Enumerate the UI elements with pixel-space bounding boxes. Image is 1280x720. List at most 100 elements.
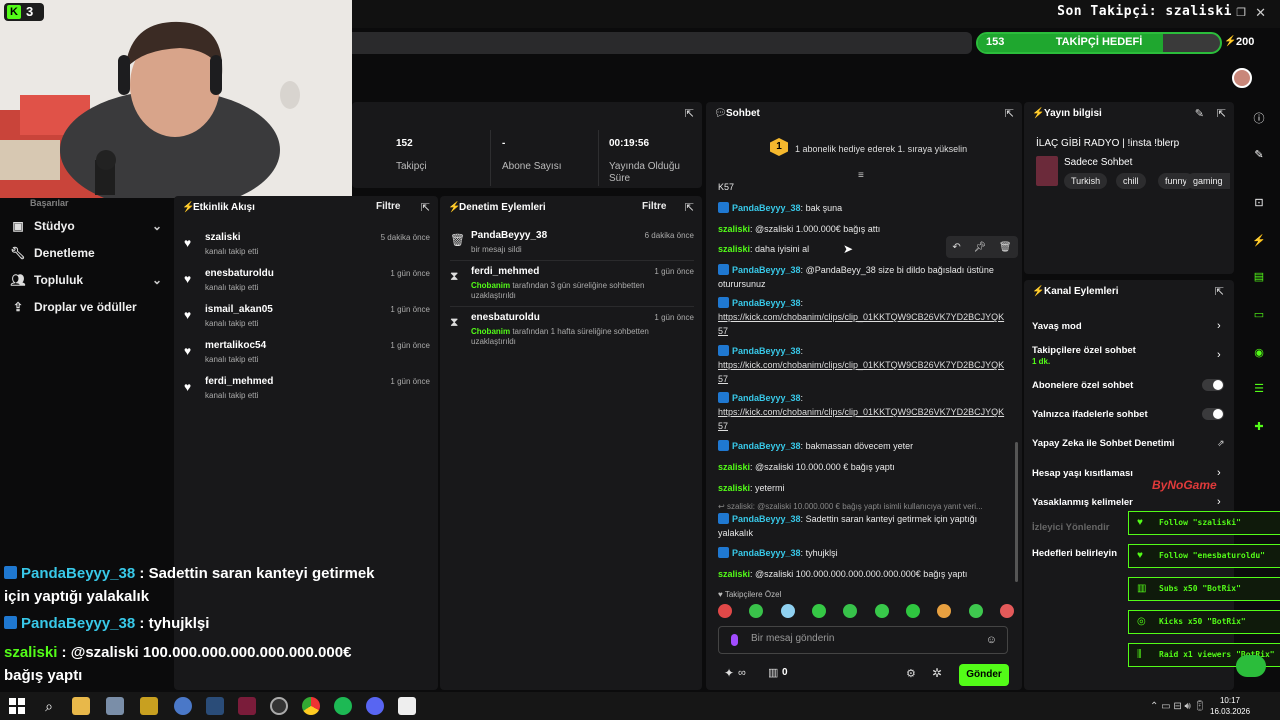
chat-username[interactable]: szaliski	[718, 224, 750, 234]
popout-icon[interactable]: ⇱	[1215, 285, 1224, 298]
subs-only-toggle[interactable]	[1202, 379, 1224, 391]
app-icon[interactable]	[398, 697, 416, 715]
sidebar-item-studio[interactable]: ▣ Stüdyo ⌄	[10, 215, 162, 237]
spotify-icon[interactable]	[334, 697, 352, 715]
pin-icon[interactable]: 📌︎	[973, 242, 986, 253]
layout-icon[interactable]: ☰	[1246, 376, 1272, 402]
steam-icon[interactable]	[206, 697, 224, 715]
chrome-icon[interactable]	[302, 697, 320, 715]
username[interactable]: enesbaturoldu	[471, 312, 540, 323]
filter-button[interactable]: Filtre	[376, 201, 400, 212]
ai-moderation-item[interactable]: Yapay Zeka ile Sohbet Denetimi	[1032, 438, 1175, 449]
emote-icon[interactable]	[937, 604, 952, 618]
sidebar-item-achievements[interactable]: Başarılar	[30, 192, 182, 214]
chat-link[interactable]: https://kick.com/chobanim/clips/clip_01K…	[718, 312, 1004, 336]
tag[interactable]: chill	[1116, 173, 1146, 189]
app-icon[interactable]	[238, 697, 256, 715]
window-close-icon[interactable]: ✕	[1255, 5, 1266, 21]
popout-icon[interactable]: ⇱	[685, 107, 694, 120]
username[interactable]: szaliski	[205, 232, 241, 243]
microphone-icon[interactable]	[731, 634, 738, 646]
popout-icon[interactable]: ⇱	[421, 201, 430, 214]
clipboard-icon[interactable]: ▤	[1246, 264, 1272, 290]
search-icon[interactable]: ⌕	[40, 697, 58, 715]
viewer-redirect-item[interactable]: İzleyici Yönlendir	[1032, 522, 1109, 533]
bot-icon[interactable]: ✲	[932, 666, 942, 680]
emote-icon[interactable]	[843, 604, 858, 618]
emote-icon[interactable]	[718, 604, 732, 618]
chat-input[interactable]	[751, 633, 971, 644]
tag[interactable]: gaming	[1186, 173, 1230, 189]
chat-username[interactable]: PandaBeyyy_38	[732, 514, 801, 524]
chat-username[interactable]: PandaBeyyy_38	[732, 441, 801, 451]
filter-button[interactable]: Filtre	[642, 201, 666, 212]
emote-icon[interactable]	[780, 604, 795, 618]
gift-icon[interactable]: ▥	[768, 666, 778, 679]
help-button[interactable]	[1236, 655, 1266, 677]
tag[interactable]: Turkish	[1064, 173, 1108, 189]
discord-icon[interactable]	[366, 697, 384, 715]
emote-icon[interactable]	[905, 604, 920, 618]
chat-username[interactable]: szaliski	[718, 569, 750, 579]
trash-icon[interactable]: 🗑︎	[999, 242, 1012, 253]
username[interactable]: enesbaturoldu	[205, 268, 274, 279]
broadcast-icon[interactable]: ◉	[1246, 340, 1272, 366]
chat-banner[interactable]: 1 abonelik hediye ederek 1. sıraya yükse…	[795, 144, 967, 154]
chevron-right-icon[interactable]: ›	[1217, 320, 1221, 332]
gear-icon[interactable]: ⚙	[906, 667, 916, 680]
app-icon[interactable]	[106, 697, 124, 715]
username[interactable]: mertalikoc54	[205, 340, 266, 351]
external-link-icon[interactable]: ⇗	[1217, 438, 1225, 449]
browser-bar[interactable]	[352, 32, 972, 54]
chevron-right-icon[interactable]: ›	[1217, 349, 1221, 361]
points-icon[interactable]: ✦	[724, 666, 734, 680]
chevron-right-icon[interactable]: ›	[1217, 467, 1221, 479]
window-restore-icon[interactable]: ❐	[1236, 6, 1246, 19]
popout-icon[interactable]: ⇱	[1005, 107, 1014, 120]
app-icon[interactable]	[174, 697, 192, 715]
popout-icon[interactable]: ⇱	[685, 201, 694, 214]
emoji-icon[interactable]: ☺	[986, 634, 997, 646]
file-explorer-icon[interactable]	[72, 697, 90, 715]
stream-category[interactable]: Sadece Sohbet	[1064, 157, 1132, 168]
chat-input-box[interactable]: ☺	[718, 626, 1008, 654]
chat-link[interactable]: https://kick.com/chobanim/clips/clip_01K…	[718, 360, 1004, 384]
slow-mode-item[interactable]: Yavaş mod	[1032, 321, 1082, 332]
emote-icon[interactable]	[874, 604, 889, 618]
edit-icon[interactable]: ✎	[1195, 107, 1204, 120]
chat-username[interactable]: PandaBeyyy_38	[732, 203, 801, 213]
info-icon[interactable]: ⓘ	[1246, 106, 1272, 132]
reply-icon[interactable]: ↶	[952, 242, 960, 253]
emote-icon[interactable]	[749, 604, 764, 618]
username[interactable]: ferdi_mehmed	[205, 376, 273, 387]
account-age-item[interactable]: Hesap yaşı kısıtlaması	[1032, 468, 1133, 479]
chat-username[interactable]: szaliski	[718, 244, 750, 254]
avatar[interactable]	[1232, 68, 1252, 88]
sidebar-item-community[interactable]: 👥︎ Topluluk ⌄	[10, 269, 162, 291]
camera-icon[interactable]: ⊡	[1246, 190, 1272, 216]
popout-icon[interactable]: ⇱	[1217, 107, 1226, 120]
chat-username[interactable]: PandaBeyyy_38	[732, 393, 801, 403]
chat-username[interactable]: PandaBeyyy_38	[732, 548, 801, 558]
chat-link[interactable]: https://kick.com/chobanim/clips/clip_01K…	[718, 407, 1004, 431]
windows-start-icon[interactable]	[8, 697, 30, 715]
username[interactable]: ismail_akan05	[205, 304, 273, 315]
emote-icon[interactable]	[999, 604, 1014, 618]
edit-icon[interactable]: ✎	[1246, 142, 1272, 168]
chat-icon[interactable]: ▭	[1246, 302, 1272, 328]
chat-username[interactable]: PandaBeyyy_38	[732, 346, 801, 356]
chat-scrollbar[interactable]	[1015, 442, 1018, 582]
emote-icon[interactable]	[811, 604, 826, 618]
chat-username[interactable]: szaliski	[718, 462, 750, 472]
sidebar-item-drops[interactable]: ⇪ Droplar ve ödüller	[10, 296, 162, 318]
emotes-only-toggle[interactable]	[1202, 408, 1224, 420]
wrench-icon[interactable]: ✚	[1246, 414, 1272, 440]
app-icon[interactable]	[140, 697, 158, 715]
chevron-right-icon[interactable]: ›	[1217, 496, 1221, 508]
system-tray[interactable]: ⌃ ▭ ⊟ 🔊︎ 🔋︎	[1150, 701, 1206, 712]
send-button[interactable]: Gönder	[959, 664, 1009, 686]
clock[interactable]: 10:17 16.03.2026	[1210, 695, 1250, 717]
emote-icon[interactable]	[968, 604, 983, 618]
lightning-icon[interactable]: ⚡	[1246, 228, 1272, 254]
chat-username[interactable]: PandaBeyyy_38	[732, 265, 801, 275]
